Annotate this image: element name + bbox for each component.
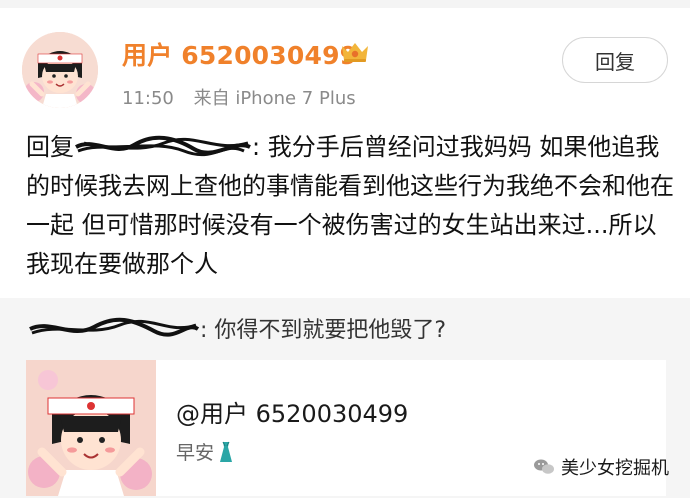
- quoted-text: : 你得不到就要把他毁了?: [28, 312, 446, 344]
- card-username[interactable]: @用户 6520030499: [176, 394, 408, 429]
- card-avatar-image: [26, 360, 156, 496]
- post-time: 11:50: [122, 88, 174, 109]
- watermark: 美少女挖掘机: [533, 454, 669, 480]
- redacted-username-scribble: [75, 135, 251, 157]
- post-meta: 11:50 来自 iPhone 7 Plus: [122, 84, 356, 110]
- card-subtitle-text: 早安: [176, 442, 215, 464]
- card-subtitle: 早安: [176, 438, 236, 465]
- reply-text: 回复 : 我分手后曾经问过我妈妈 如果他追我的时候我去网上查他的事情能看到他这些…: [26, 128, 676, 284]
- avatar-image: [22, 32, 98, 108]
- username[interactable]: 用户 6520030499: [122, 36, 357, 72]
- post-source: 来自 iPhone 7 Plus: [193, 88, 356, 109]
- watermark-text: 美少女挖掘机: [561, 458, 669, 479]
- crown-icon: [342, 43, 368, 62]
- quoted-body: : 你得不到就要把他毁了?: [200, 318, 447, 343]
- card-avatar: [26, 360, 156, 496]
- wechat-icon: [534, 459, 554, 474]
- avatar[interactable]: [22, 32, 98, 108]
- reply-button[interactable]: 回复: [562, 37, 668, 83]
- top-divider: [0, 0, 690, 8]
- dress-icon: [220, 441, 233, 462]
- redacted-quoted-user-scribble: [29, 317, 200, 337]
- reply-prefix: 回复: [26, 133, 74, 161]
